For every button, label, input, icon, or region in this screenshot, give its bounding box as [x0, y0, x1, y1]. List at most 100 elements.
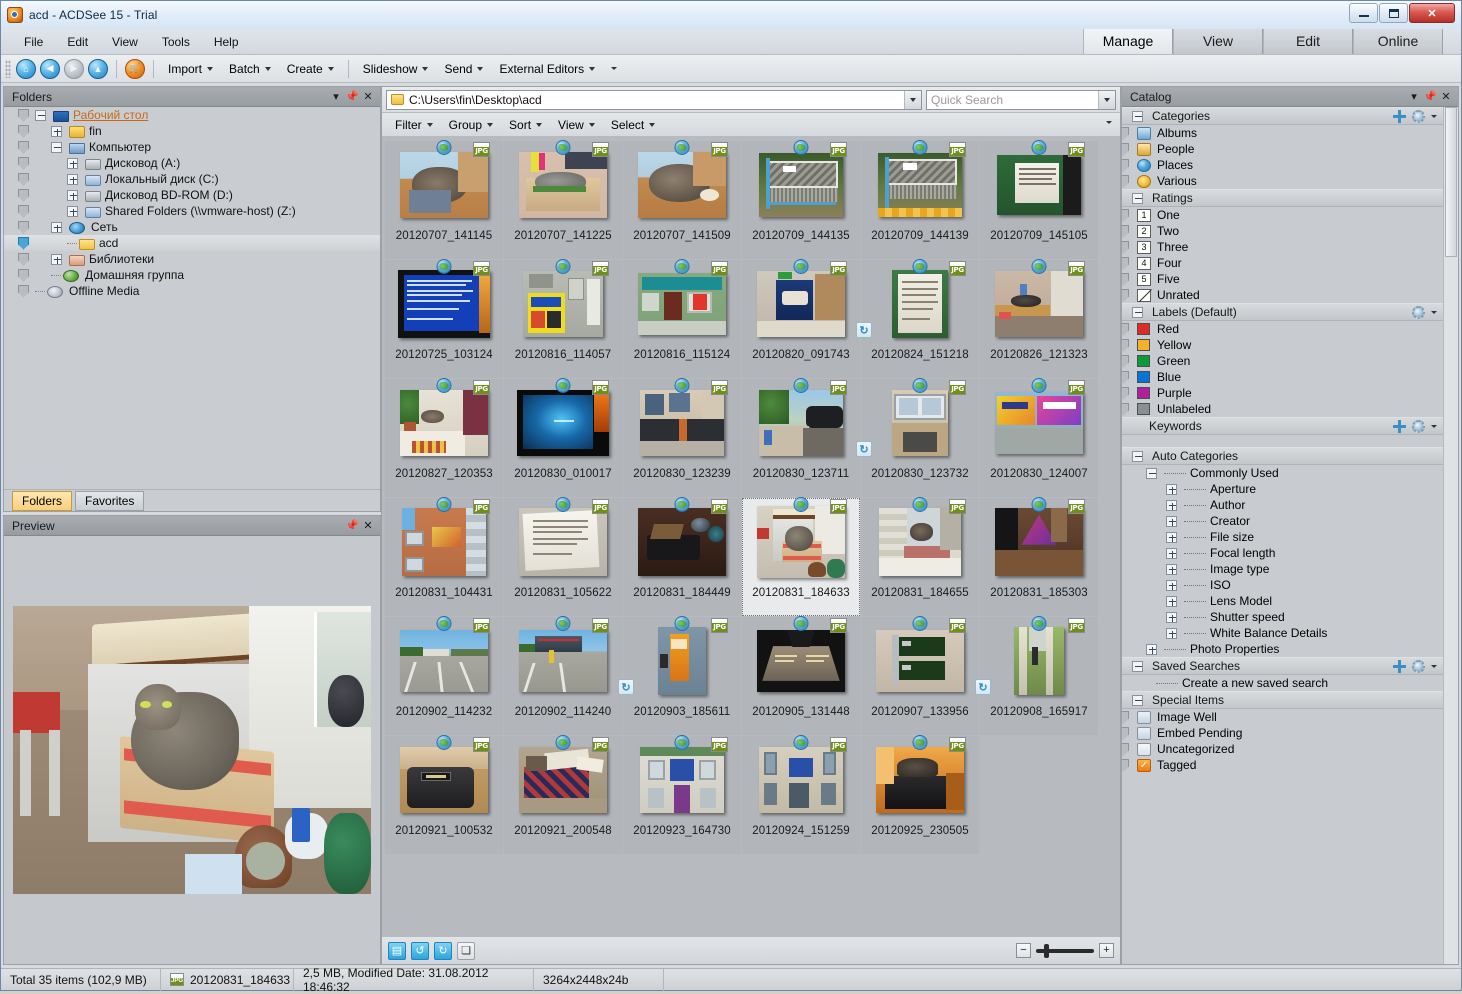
add-to-image-well-icon[interactable]: ▤ [388, 941, 406, 960]
auto-category-item[interactable]: Focal length [1122, 545, 1443, 561]
chevron-down-icon[interactable] [1098, 90, 1115, 109]
external-editors-menu[interactable]: External Editors [491, 58, 603, 80]
thumbnail-image-box[interactable]: JPG [632, 141, 732, 225]
catalog-rating-item[interactable]: 1 One [1122, 207, 1443, 223]
catalog-category-item[interactable]: People [1122, 141, 1443, 157]
thumbnail-cell[interactable]: JPG 20120831_185303 [980, 498, 1098, 616]
tag-shield-icon[interactable] [1122, 272, 1129, 286]
folder-tree-item[interactable]: Shared Folders (\\vmware-host) (Z:) [4, 203, 380, 219]
view-menu[interactable]: View [551, 115, 602, 135]
catalog-rating-item[interactable]: Unrated [1122, 287, 1443, 303]
forward-icon[interactable]: ▶ [64, 58, 84, 79]
folder-tree-item[interactable]: Дисковод (A:) [4, 155, 380, 171]
catalog-special-item[interactable]: Image Well [1122, 709, 1443, 725]
thumbnail-cell[interactable]: JPG 20120831_184449 [623, 498, 741, 616]
expand-icon[interactable] [51, 221, 62, 233]
thumbnail-image-box[interactable]: JPG [751, 260, 851, 344]
tag-shield-icon[interactable] [18, 268, 29, 282]
catalog-special-item[interactable]: ✓ Tagged [1122, 757, 1443, 773]
catalog-section-ratings[interactable]: Ratings [1122, 189, 1443, 207]
catalog-category-item[interactable]: Albums [1122, 125, 1443, 141]
pin-icon[interactable]: 📌 [344, 518, 360, 534]
collapse-icon[interactable] [1146, 467, 1157, 479]
gear-icon[interactable] [1412, 305, 1425, 319]
folder-tree-item[interactable]: Дисковод BD-ROM (D:) [4, 187, 380, 203]
auto-category-item[interactable]: Aperture [1122, 481, 1443, 497]
collapse-icon[interactable] [1132, 694, 1143, 706]
catalog-rating-item[interactable]: 2 Two [1122, 223, 1443, 239]
thumbnail-cell[interactable]: JPG 20120830_123239 [623, 379, 741, 497]
thumbnail-cell[interactable]: JPG 20120902_114232 [385, 617, 503, 735]
thumbnail-image-box[interactable]: JPG [632, 498, 732, 582]
catalog-label-item[interactable]: Unlabeled [1122, 401, 1443, 417]
catalog-category-item[interactable]: Places [1122, 157, 1443, 173]
tag-shield-icon[interactable] [18, 220, 29, 234]
tag-shield-icon[interactable] [1122, 126, 1129, 140]
thumbnail-cell[interactable]: JPG 20120816_115124 [623, 260, 741, 378]
thumbnail-cell[interactable]: JPG 20120707_141225 [504, 141, 622, 259]
thumbnail-image-box[interactable]: JPG ↻ [975, 617, 1089, 701]
thumbnail-cell[interactable]: JPG ↻ 20120824_151218 [856, 260, 979, 378]
tag-shield-icon[interactable] [1122, 288, 1129, 302]
rotate-pending-icon[interactable]: ↻ [618, 679, 634, 695]
thumbnail-image-box[interactable]: JPG ↻ [856, 260, 970, 344]
auto-category-item[interactable]: File size [1122, 529, 1443, 545]
collapse-icon[interactable] [1132, 110, 1143, 122]
thumbnail-image-box[interactable]: JPG [513, 379, 613, 463]
thumbnail-image-box[interactable]: JPG [751, 379, 851, 463]
thumbnail-image-box[interactable]: JPG [632, 379, 732, 463]
chevron-down-icon[interactable] [904, 90, 921, 109]
thumbnail-cell[interactable]: JPG 20120831_105622 [504, 498, 622, 616]
auto-category-item[interactable]: Shutter speed [1122, 609, 1443, 625]
import-menu[interactable]: Import [160, 58, 221, 80]
thumbnail-image-box[interactable]: JPG [632, 260, 732, 344]
thumbnail-cell[interactable]: JPG 20120921_200548 [504, 736, 622, 854]
thumbnail-image-box[interactable]: JPG [513, 260, 613, 344]
gear-icon[interactable] [1412, 419, 1425, 433]
folder-tree-item[interactable]: Компьютер [4, 139, 380, 155]
menu-file[interactable]: File [13, 31, 54, 53]
close-button[interactable]: ✕ [1409, 3, 1455, 23]
close-icon[interactable]: ✕ [1438, 89, 1454, 105]
zoom-in-button[interactable]: + [1099, 943, 1114, 958]
auto-category-commonly-used[interactable]: Commonly Used [1122, 465, 1443, 481]
path-combo[interactable]: C:\Users\fin\Desktop\acd [386, 89, 922, 110]
collapse-icon[interactable] [1132, 450, 1143, 462]
thumbnail-image-box[interactable]: JPG [989, 379, 1089, 463]
tag-shield-icon[interactable] [18, 252, 29, 266]
thumbnail-image-box[interactable]: JPG [394, 736, 494, 820]
thumbnail-cell[interactable]: JPG 20120831_104431 [385, 498, 503, 616]
thumbnail-image-box[interactable]: JPG [989, 141, 1089, 225]
thumbnail-image-box[interactable]: JPG [394, 141, 494, 225]
chevron-down-icon[interactable]: ▾ [1406, 89, 1422, 105]
expand-icon[interactable] [1166, 627, 1177, 639]
zoom-out-button[interactable]: − [1016, 943, 1031, 958]
expand-icon[interactable] [1166, 595, 1177, 607]
catalog-rating-item[interactable]: 5 Five [1122, 271, 1443, 287]
thumbnail-cell[interactable]: JPG 20120707_141509 [623, 141, 741, 259]
tag-shield-icon[interactable] [1122, 142, 1129, 156]
thumbnail-image-box[interactable]: JPG [989, 498, 1089, 582]
tag-shield-icon[interactable] [1122, 338, 1129, 352]
folder-tree-item[interactable]: acd [4, 235, 380, 251]
thumbnail-cell[interactable]: JPG 20120816_114057 [504, 260, 622, 378]
toolbar-grip[interactable] [5, 59, 11, 78]
preview-image-area[interactable] [4, 536, 380, 964]
chevron-down-icon[interactable]: ▾ [328, 89, 344, 105]
thumbnail-image-box[interactable]: JPG [870, 498, 970, 582]
tag-shield-icon[interactable] [1122, 726, 1129, 740]
catalog-section-labels[interactable]: Labels (Default) [1122, 303, 1443, 321]
thumbnail-cell[interactable]: JPG 20120921_100532 [385, 736, 503, 854]
catalog-label-item[interactable]: Blue [1122, 369, 1443, 385]
tag-shield-icon[interactable] [18, 140, 29, 154]
batch-menu[interactable]: Batch [221, 58, 279, 80]
tag-shield-icon[interactable] [1122, 158, 1129, 172]
rotate-right-icon[interactable]: ↻ [434, 941, 452, 960]
zoom-slider[interactable] [1036, 943, 1094, 958]
folder-tree-item[interactable]: fin [4, 123, 380, 139]
tag-shield-icon[interactable] [1122, 224, 1129, 238]
tag-shield-icon[interactable] [18, 236, 29, 250]
tab-online[interactable]: Online [1353, 28, 1443, 54]
thumbnail-image-box[interactable]: JPG [870, 736, 970, 820]
pin-icon[interactable]: 📌 [1422, 89, 1438, 105]
